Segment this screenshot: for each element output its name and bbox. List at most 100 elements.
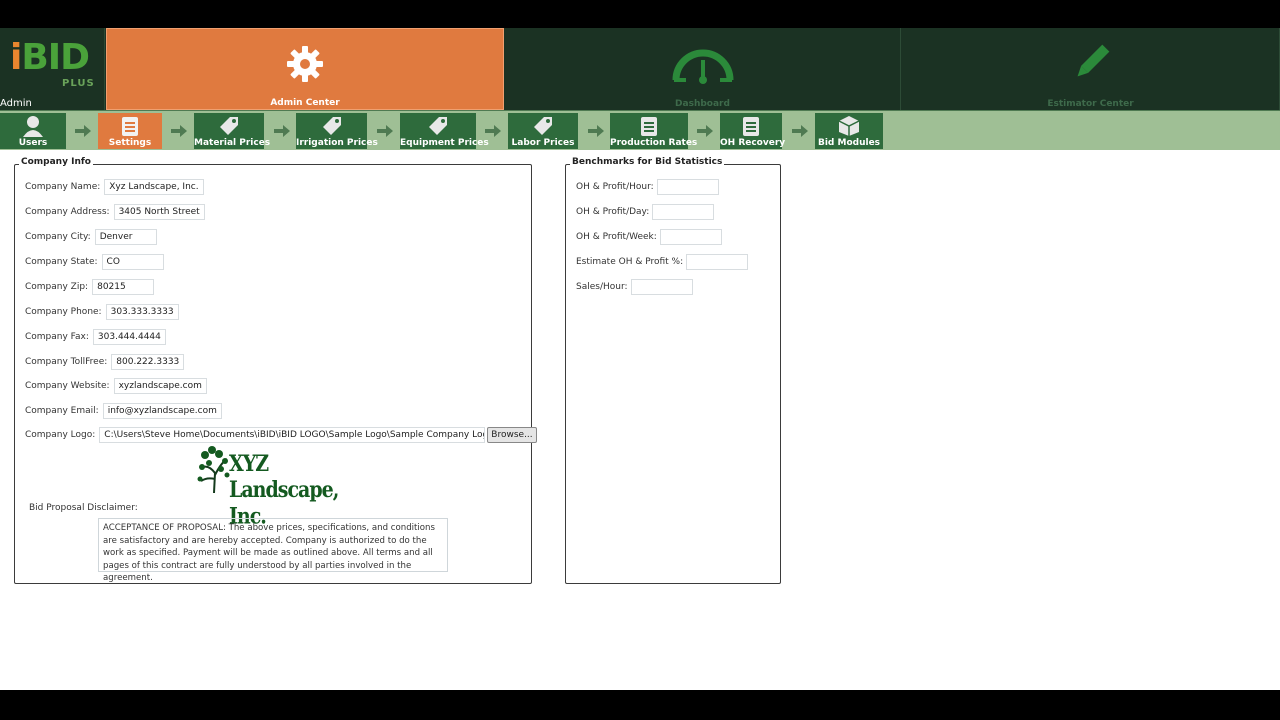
company-phone-input[interactable]: 303.333.3333	[105, 304, 179, 320]
company-logo-path-input[interactable]: C:\Users\Steve Home\Documents\iBID\iBID …	[99, 427, 486, 443]
estimate-oh-profit-pct-label: Estimate OH & Profit %:	[576, 257, 684, 267]
company-info-panel: Company Info Company Name: Xyz Landscape…	[14, 157, 537, 584]
pencil-icon	[1077, 44, 1109, 77]
company-address-input[interactable]: 3405 North Street	[113, 204, 205, 220]
company-city-label: Company City:	[25, 232, 91, 242]
current-user-label: Admin	[0, 98, 32, 109]
oh-profit-hour-input[interactable]	[656, 179, 719, 195]
app-window: iBID PLUS Admin Admin Center Dashboard E…	[0, 28, 1280, 690]
admin-subnav: Users Settings Material Prices Irrigatio…	[0, 110, 1280, 150]
price-tag-icon	[322, 117, 341, 135]
arrow-right-icon	[377, 125, 393, 137]
company-state-input[interactable]: CO	[101, 254, 164, 270]
brand-plus: PLUS	[62, 78, 95, 89]
subnav-labor-prices-label: Labor Prices	[511, 138, 575, 148]
company-tollfree-label: Company TollFree:	[25, 357, 108, 367]
tab-estimator-center[interactable]: Estimator Center	[902, 28, 1280, 110]
oh-profit-week-row: OH & Profit/Week:	[576, 229, 722, 245]
subnav-users[interactable]: Users	[0, 113, 66, 149]
company-website-row: Company Website: xyzlandscape.com	[25, 378, 207, 394]
bid-proposal-disclaimer-label: Bid Proposal Disclaimer:	[29, 503, 138, 513]
estimate-oh-profit-pct-input[interactable]	[686, 254, 749, 270]
company-email-row: Company Email: info@xyzlandscape.com	[25, 403, 222, 419]
price-tag-icon	[220, 117, 238, 135]
subnav-production-rates[interactable]: Production Rates	[610, 113, 698, 149]
company-address-label: Company Address:	[25, 207, 110, 217]
arrow-right-icon	[697, 125, 713, 137]
subnav-oh-recovery-label: OH Recovery	[720, 138, 786, 148]
benchmarks-panel: Benchmarks for Bid Statistics OH & Profi…	[565, 157, 781, 584]
company-fax-input[interactable]: 303.444.4444	[92, 329, 166, 345]
arrow-right-icon	[792, 125, 808, 137]
oh-profit-day-input[interactable]	[652, 204, 715, 220]
subnav-production-rates-label: Production Rates	[610, 138, 698, 148]
subnav-material-prices[interactable]: Material Prices	[194, 113, 271, 149]
company-zip-row: Company Zip: 80215	[25, 279, 155, 295]
tab-admin-center[interactable]: Admin Center	[106, 28, 504, 110]
clipboard-icon	[743, 117, 759, 136]
company-logo-label: Company Logo:	[25, 430, 96, 440]
bid-proposal-disclaimer-textarea[interactable]: ACCEPTANCE OF PROPOSAL: The above prices…	[98, 518, 448, 583]
company-email-input[interactable]: info@xyzlandscape.com	[102, 403, 222, 419]
gear-icon	[287, 46, 323, 82]
sales-hour-input[interactable]	[630, 279, 693, 295]
company-name-input[interactable]: Xyz Landscape, Inc.	[104, 179, 204, 195]
subnav-irrigation-prices[interactable]: Irrigation Prices	[296, 113, 378, 149]
arrow-right-icon	[588, 125, 604, 137]
ibid-logo: iBID PLUS Admin	[0, 28, 105, 110]
oh-profit-week-input[interactable]	[659, 229, 722, 245]
tab-dashboard[interactable]: Dashboard	[505, 28, 901, 110]
subnav-settings[interactable]: Settings	[98, 113, 162, 149]
company-address-row: Company Address: 3405 North Street	[25, 204, 205, 220]
box-icon	[838, 116, 860, 136]
subnav-equipment-prices[interactable]: Equipment Prices	[400, 113, 489, 149]
oh-profit-week-label: OH & Profit/Week:	[576, 232, 657, 242]
company-website-label: Company Website:	[25, 381, 110, 391]
estimate-oh-profit-pct-row: Estimate OH & Profit %:	[576, 254, 749, 270]
company-fax-row: Company Fax: 303.444.4444	[25, 329, 166, 345]
subnav-bid-modules[interactable]: Bid Modules	[815, 113, 883, 149]
subnav-labor-prices[interactable]: Labor Prices	[508, 113, 578, 149]
company-logo-row: Company Logo: C:\Users\Steve Home\Docume…	[25, 427, 537, 443]
company-info-legend: Company Info	[19, 157, 93, 167]
arrow-right-icon	[274, 125, 290, 137]
gauge-icon	[672, 49, 733, 84]
top-header: iBID PLUS Admin Admin Center Dashboard E…	[0, 28, 1280, 110]
subnav-irrigation-prices-label: Irrigation Prices	[296, 138, 378, 148]
company-name-row: Company Name: Xyz Landscape, Inc.	[25, 179, 204, 195]
company-city-input[interactable]: Denver	[94, 229, 157, 245]
subnav-material-prices-label: Material Prices	[194, 138, 271, 148]
oh-profit-day-row: OH & Profit/Day:	[576, 204, 715, 220]
oh-profit-hour-label: OH & Profit/Hour:	[576, 182, 654, 192]
clipboard-icon	[122, 117, 138, 136]
company-phone-label: Company Phone:	[25, 307, 102, 317]
arrow-right-icon	[75, 125, 91, 137]
subnav-bid-modules-label: Bid Modules	[817, 138, 881, 148]
company-website-input[interactable]: xyzlandscape.com	[113, 378, 207, 394]
subnav-users-label: Users	[18, 138, 48, 148]
company-phone-row: Company Phone: 303.333.3333	[25, 304, 179, 320]
company-state-label: Company State:	[25, 257, 98, 267]
oh-profit-hour-row: OH & Profit/Hour:	[576, 179, 719, 195]
company-tollfree-input[interactable]: 800.222.3333	[111, 354, 185, 370]
tab-admin-center-label: Admin Center	[270, 98, 340, 108]
sales-hour-label: Sales/Hour:	[576, 282, 628, 292]
sales-hour-row: Sales/Hour:	[576, 279, 693, 295]
subnav-equipment-prices-label: Equipment Prices	[400, 138, 489, 148]
company-fax-label: Company Fax:	[25, 332, 89, 342]
price-tag-icon	[534, 117, 552, 135]
company-zip-label: Company Zip:	[25, 282, 89, 292]
brand-bid: BID	[21, 37, 90, 78]
company-email-label: Company Email:	[25, 406, 99, 416]
tab-estimator-center-label: Estimator Center	[1047, 99, 1134, 109]
company-city-row: Company City: Denver	[25, 229, 157, 245]
tree-icon	[197, 446, 230, 494]
clipboard-icon	[641, 117, 657, 136]
company-zip-input[interactable]: 80215	[92, 279, 155, 295]
company-state-row: Company State: CO	[25, 254, 164, 270]
price-tag-icon	[429, 117, 447, 135]
subnav-oh-recovery[interactable]: OH Recovery	[720, 113, 786, 149]
browse-button[interactable]: Browse...	[487, 427, 537, 443]
brand-wordmark: iBID	[10, 37, 90, 78]
brand-i: i	[10, 37, 22, 78]
